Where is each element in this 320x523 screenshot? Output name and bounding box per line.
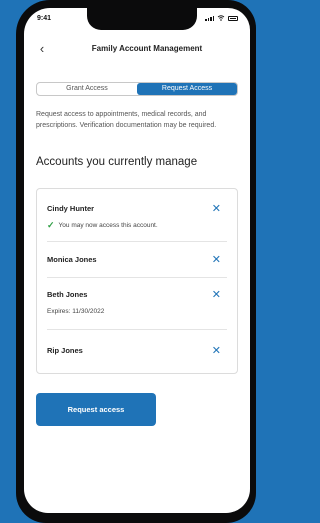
page-title: Family Account Management [91, 44, 203, 53]
account-name: Cindy Hunter [47, 204, 95, 213]
remove-icon[interactable]: ✕ [212, 254, 221, 266]
account-name: Beth Jones [47, 290, 88, 299]
account-row: Cindy Hunter ✕ ✓ You may now access this… [47, 189, 227, 242]
account-expiry: Expires: 11/30/2022 [47, 308, 105, 315]
tab-request-access[interactable]: Request Access [137, 83, 237, 95]
status-time: 9:41 [37, 15, 52, 22]
battery-icon [228, 15, 238, 21]
account-name: Rip Jones [47, 346, 83, 355]
remove-icon[interactable]: ✕ [212, 203, 221, 215]
account-row: Beth Jones ✕ Expires: 11/30/2022 [47, 277, 227, 330]
account-row: Monica Jones ✕ [47, 241, 227, 278]
section-title: Accounts you currently manage [36, 156, 198, 168]
nav-bar: ‹ Family Account Management [24, 42, 250, 60]
check-icon: ✓ [47, 220, 55, 230]
wifi-icon [217, 15, 225, 21]
status-icons [205, 15, 238, 21]
intro-text: Request access to appointments, medical … [36, 111, 217, 129]
account-name: Monica Jones [47, 255, 97, 264]
phone-notch [87, 8, 197, 30]
remove-icon[interactable]: ✕ [212, 289, 221, 301]
account-row: Rip Jones ✕ [47, 329, 227, 373]
signal-icon [205, 15, 214, 21]
account-status-text: You may now access this account. [58, 222, 158, 229]
remove-icon[interactable]: ✕ [212, 345, 221, 357]
account-status: ✓ You may now access this account. [47, 220, 158, 231]
app-screen: 9:41 ‹ Family Account Management Grant A… [24, 8, 250, 513]
accounts-list: Cindy Hunter ✕ ✓ You may now access this… [36, 188, 238, 374]
request-access-button[interactable]: Request access [36, 393, 156, 426]
access-tabs: Grant Access Request Access [36, 82, 238, 96]
back-arrow-icon[interactable]: ‹ [36, 42, 48, 56]
tab-grant-access[interactable]: Grant Access [37, 83, 137, 95]
